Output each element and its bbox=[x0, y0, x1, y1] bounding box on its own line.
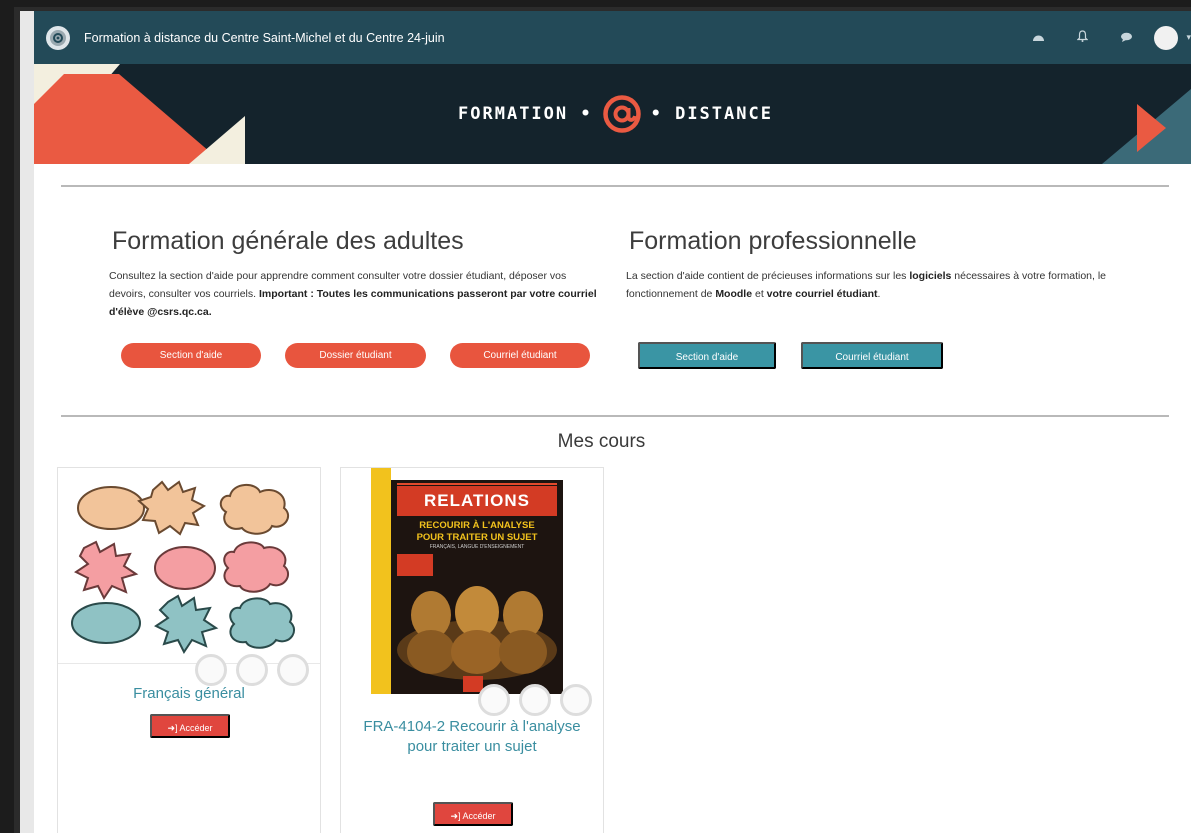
site-logo-icon[interactable] bbox=[46, 25, 70, 50]
avatar bbox=[236, 654, 268, 686]
course-title[interactable]: FRA-4104-2 Recourir à l'analyse pour tra… bbox=[341, 717, 603, 757]
fp-description: La section d'aide contient de précieuses… bbox=[626, 267, 1126, 303]
fga-section-aide-button[interactable]: Section d'aide bbox=[121, 343, 261, 368]
divider-middle bbox=[61, 415, 1169, 417]
chat-icon[interactable] bbox=[1104, 31, 1148, 45]
fga-courriel-etudiant-button[interactable]: Courriel étudiant bbox=[450, 343, 590, 368]
banner-word-distance: • DISTANCE bbox=[650, 104, 773, 124]
cover-monkeys-image bbox=[397, 586, 557, 680]
fp-text-1: La section d'aide contient de précieuses… bbox=[626, 270, 910, 282]
fga-dossier-etudiant-button[interactable]: Dossier étudiant bbox=[285, 343, 426, 368]
banner-wordmark: FORMATION • • DISTANCE bbox=[34, 64, 1191, 164]
speech-bubbles-image bbox=[71, 480, 295, 654]
fga-description: Consultez la section d'aide pour apprend… bbox=[109, 267, 604, 321]
mes-cours-heading: Mes cours bbox=[557, 431, 646, 452]
dashboard-icon[interactable] bbox=[1016, 31, 1060, 45]
fp-text-bold-1: logiciels bbox=[909, 270, 952, 282]
cover-line-3: FRANÇAIS, LANGUE D'ENSEIGNEMENT bbox=[429, 544, 525, 550]
avatar bbox=[277, 654, 309, 686]
course-teacher-avatars bbox=[186, 654, 309, 686]
at-logo-icon bbox=[50, 29, 66, 46]
site-banner: FORMATION • • DISTANCE bbox=[34, 64, 1191, 164]
book-cover: RELATIONS RECOURIR À L'ANALYSE POUR TRAI… bbox=[391, 480, 563, 694]
divider-top bbox=[61, 185, 1169, 187]
course-card-francais-general[interactable]: Français général ➜] Accéder bbox=[57, 467, 321, 833]
course-card-fra-4104-2[interactable]: RELATIONS RECOURIR À L'ANALYSE POUR TRAI… bbox=[340, 467, 604, 833]
login-icon: ➜] bbox=[167, 723, 178, 733]
cover-yellow-band bbox=[371, 468, 391, 694]
fp-text-3: et bbox=[752, 288, 767, 300]
avatar[interactable] bbox=[1154, 25, 1179, 50]
course-teacher-avatars bbox=[469, 684, 592, 716]
banner-word-formation: FORMATION • bbox=[458, 104, 593, 124]
course-acceder-button[interactable]: ➜] Accéder bbox=[150, 714, 230, 738]
fp-text-bold-3: votre courriel étudiant bbox=[766, 288, 878, 300]
course-acceder-label: Accéder bbox=[179, 723, 213, 733]
top-navbar: Formation à distance du Centre Saint-Mic… bbox=[34, 11, 1191, 64]
site-title[interactable]: Formation à distance du Centre Saint-Mic… bbox=[84, 31, 445, 45]
course-image-relations-cover[interactable]: RELATIONS RECOURIR À L'ANALYSE POUR TRAI… bbox=[341, 468, 603, 694]
at-sign-icon bbox=[602, 95, 641, 133]
fga-heading: Formation générale des adultes bbox=[112, 227, 464, 255]
chevron-down-icon[interactable]: ▾ bbox=[1186, 32, 1191, 43]
bell-icon[interactable] bbox=[1060, 30, 1104, 45]
course-acceder-label: Accéder bbox=[462, 811, 496, 821]
cover-brand: RELATIONS bbox=[397, 486, 557, 516]
fp-section-aide-button[interactable]: Section d'aide bbox=[638, 342, 776, 369]
avatar bbox=[478, 684, 510, 716]
avatar bbox=[560, 684, 592, 716]
left-edge bbox=[20, 11, 34, 833]
browser-frame: Formation à distance du Centre Saint-Mic… bbox=[14, 7, 1191, 833]
course-image-speech-bubbles[interactable] bbox=[58, 468, 320, 664]
fp-text-4: . bbox=[877, 288, 881, 300]
avatar bbox=[519, 684, 551, 716]
login-icon: ➜] bbox=[450, 811, 461, 821]
fp-courriel-etudiant-button[interactable]: Courriel étudiant bbox=[801, 342, 943, 369]
course-acceder-button[interactable]: ➜] Accéder bbox=[433, 802, 513, 826]
fp-heading: Formation professionnelle bbox=[629, 227, 917, 255]
avatar bbox=[195, 654, 227, 686]
fp-text-bold-2: Moodle bbox=[715, 288, 753, 300]
cover-line-2: POUR TRAITER UN SUJET bbox=[416, 532, 538, 543]
navbar-icons: ▾ bbox=[1016, 11, 1191, 64]
course-title[interactable]: Français général bbox=[58, 684, 320, 704]
cover-line-1: RECOURIR À L'ANALYSE bbox=[419, 520, 535, 531]
